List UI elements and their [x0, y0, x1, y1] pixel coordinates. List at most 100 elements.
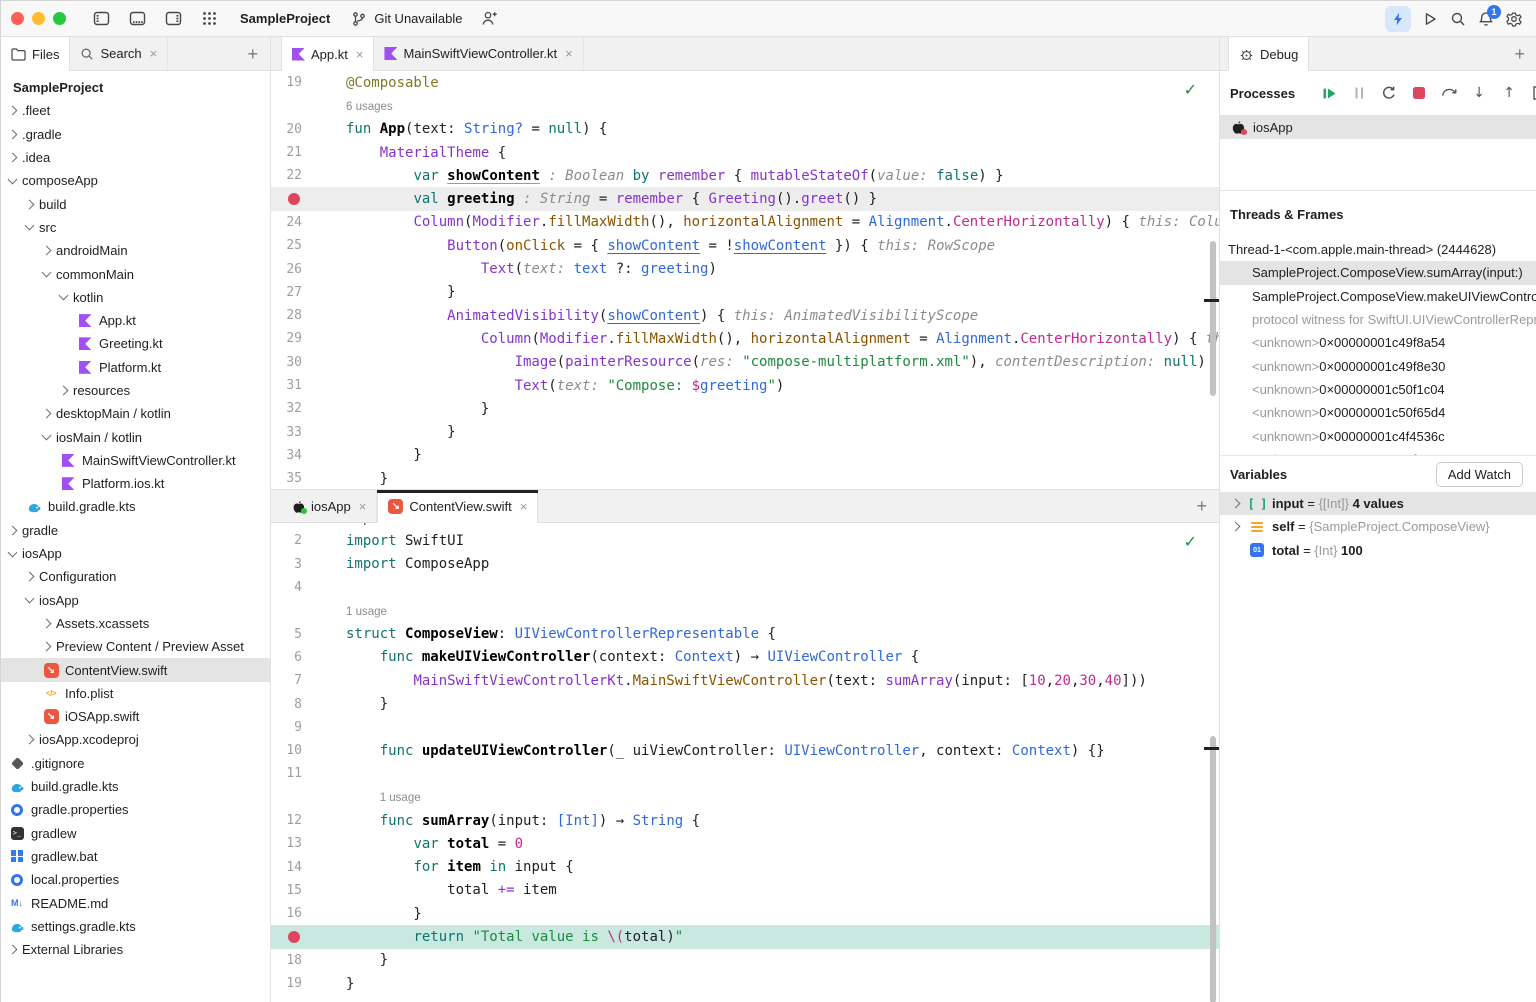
chevron-right-icon[interactable] — [24, 571, 35, 582]
code-line[interactable]: 11 — [271, 762, 1219, 785]
chevron-right-icon[interactable] — [41, 408, 52, 419]
tree-item[interactable]: iosMain / kotlin — [1, 425, 270, 448]
code-line[interactable]: 26 Text(text: text ?: greeting) — [271, 257, 1219, 280]
resume-icon[interactable] — [1321, 85, 1337, 101]
gutter[interactable]: 33 — [271, 425, 316, 440]
tree-item[interactable]: Greeting.kt — [1, 332, 270, 355]
code-line[interactable]: 19} — [271, 972, 1219, 995]
code-line[interactable]: 31 Text(text: "Compose: $greeting") — [271, 374, 1219, 397]
gutter[interactable]: 29 — [271, 331, 316, 346]
stack-frame-row[interactable]: <unknown> 0×00000001c4f4536c — [1220, 424, 1536, 447]
gutter[interactable]: 12 — [271, 813, 316, 828]
tree-item[interactable]: ↘ ContentView.swift — [1, 658, 270, 682]
gutter[interactable]: 18 — [271, 953, 316, 968]
toggle-left-panel-icon[interactable] — [92, 10, 110, 28]
stack-frame-row[interactable]: SampleProject.ComposeView.makeUIViewCont… — [1220, 285, 1536, 308]
gutter[interactable]: 27 — [271, 285, 316, 300]
gutter[interactable]: 25 — [271, 238, 316, 253]
chevron-down-icon[interactable] — [58, 290, 69, 301]
stack-frame-row[interactable]: <unknown> 0×00000001c50f1c04 — [1220, 378, 1536, 401]
gutter[interactable]: 31 — [271, 378, 316, 393]
tree-item[interactable]: kotlin — [1, 286, 270, 309]
code-line[interactable]: 15 total += item — [271, 879, 1219, 902]
more-debug-icon[interactable] — [1531, 85, 1536, 101]
tree-item[interactable]: commonMain — [1, 262, 270, 285]
stop-icon[interactable] — [1411, 85, 1427, 101]
tree-item[interactable]: ↘ iOSApp.swift — [1, 705, 270, 728]
add-watch-button[interactable]: Add Watch — [1435, 461, 1523, 487]
code-line[interactable]: 19 @Composable — [271, 71, 1219, 94]
code-line[interactable]: 18 } — [271, 949, 1219, 972]
tree-item[interactable]: composeApp — [1, 169, 270, 192]
gutter[interactable]: 5 — [271, 627, 316, 642]
gutter[interactable]: 7 — [271, 673, 316, 688]
stack-frame-row[interactable]: <unknown> 0×00000001c49f8e30 — [1220, 354, 1536, 377]
chevron-down-icon[interactable] — [7, 174, 18, 185]
gutter[interactable]: 2 — [271, 533, 316, 548]
tree-item[interactable]: iosApp — [1, 542, 270, 565]
tree-item[interactable]: build — [1, 192, 270, 215]
code-line[interactable]: 27 } — [271, 281, 1219, 304]
tree-item[interactable]: gradlew.bat — [1, 845, 270, 868]
chevron-right-icon[interactable] — [41, 618, 52, 629]
code-line[interactable]: 24 Column(Modifier.fillMaxWidth(), horiz… — [271, 211, 1219, 234]
gutter[interactable]: 8 — [271, 697, 316, 712]
gutter[interactable]: 9 — [271, 720, 316, 735]
code-line[interactable]: 20 fun App(text: String? = null) { — [271, 118, 1219, 141]
toggle-bottom-panel-icon[interactable] — [128, 10, 146, 28]
code-line[interactable]: 5 struct ComposeView: UIViewControllerRep… — [271, 622, 1219, 645]
code-line[interactable]: 16 } — [271, 902, 1219, 925]
tree-item[interactable]: Assets.xcassets — [1, 612, 270, 635]
stack-frame-row[interactable]: <unknown> 0×00000001c50f65d4 — [1220, 401, 1536, 424]
variable-row[interactable]: 01 total = {Int} 100 — [1220, 539, 1536, 562]
gutter[interactable]: 30 — [271, 355, 316, 370]
tree-item[interactable]: resources — [1, 379, 270, 402]
chevron-down-icon[interactable] — [24, 220, 35, 231]
code-line[interactable]: 29 Column(Modifier.fillMaxWidth(), horiz… — [271, 327, 1219, 350]
usage-hint-row[interactable]: 1 usage — [271, 599, 1219, 622]
tree-item[interactable]: M↓ README.md — [1, 891, 270, 914]
workspace-grid-icon[interactable] — [200, 10, 218, 28]
tree-item[interactable]: gradle — [1, 519, 270, 542]
add-editor-tab-button[interactable]: + — [1184, 497, 1219, 515]
tree-item[interactable]: .gitignore — [1, 752, 270, 775]
code-line[interactable]: 10 func updateUIViewController(_ uiViewC… — [271, 739, 1219, 762]
code-line[interactable]: 32 } — [271, 397, 1219, 420]
usage-hint-row[interactable]: 1 usage — [271, 786, 1219, 809]
add-user-icon[interactable] — [480, 10, 498, 28]
tree-item[interactable]: .fleet — [1, 99, 270, 122]
code-line[interactable]: 9 — [271, 716, 1219, 739]
gutter[interactable]: 1 — [271, 523, 316, 525]
tree-item[interactable]: Platform.kt — [1, 356, 270, 379]
gutter[interactable]: 15 — [271, 883, 316, 898]
chevron-right-icon[interactable] — [7, 944, 18, 955]
usage-hint-row[interactable]: 6 usages — [271, 94, 1219, 117]
chevron-right-icon[interactable] — [41, 641, 52, 652]
chevron-right-icon[interactable] — [24, 735, 35, 745]
step-into-icon[interactable]: ↓ — [1471, 85, 1487, 101]
tab-iosapp-run[interactable]: iosApp × — [281, 490, 378, 522]
git-status-label[interactable]: Git Unavailable — [374, 11, 462, 26]
project-title[interactable]: SampleProject — [240, 11, 330, 26]
add-debug-tab-button[interactable]: + — [1502, 45, 1536, 63]
code-line[interactable]: 33 } — [271, 420, 1219, 443]
tree-item[interactable]: iosApp.xcodeproj — [1, 728, 270, 751]
step-out-icon[interactable]: ↑ — [1501, 85, 1517, 101]
code-line[interactable]: 30 Image(painterResource(res: "compose-m… — [271, 351, 1219, 374]
code-line[interactable]: 8 } — [271, 692, 1219, 715]
chevron-right-icon[interactable] — [24, 199, 35, 210]
breakpoint-dot[interactable] — [288, 193, 300, 206]
chevron-right-icon[interactable] — [7, 105, 18, 116]
stack-frame-row[interactable]: <unknown> 0×00000001c49f8a54 — [1220, 331, 1536, 354]
code-line[interactable]: 13 var total = 0 — [271, 832, 1219, 855]
code-line[interactable]: 25 Button(onClick = { showContent = !sho… — [271, 234, 1219, 257]
gutter[interactable]: 14 — [271, 860, 316, 875]
chevron-right-icon[interactable] — [7, 129, 18, 140]
variable-row[interactable]: [ ] input = {[Int]} 4 values — [1220, 492, 1536, 516]
gutter[interactable]: 11 — [271, 766, 316, 781]
window-minimize-button[interactable] — [32, 12, 45, 25]
tree-item[interactable]: .gradle — [1, 123, 270, 146]
tab-search[interactable]: Search × — [70, 37, 169, 70]
tree-item[interactable]: Preview Content / Preview Asset — [1, 635, 270, 658]
code-line[interactable]: 4 — [271, 576, 1219, 599]
